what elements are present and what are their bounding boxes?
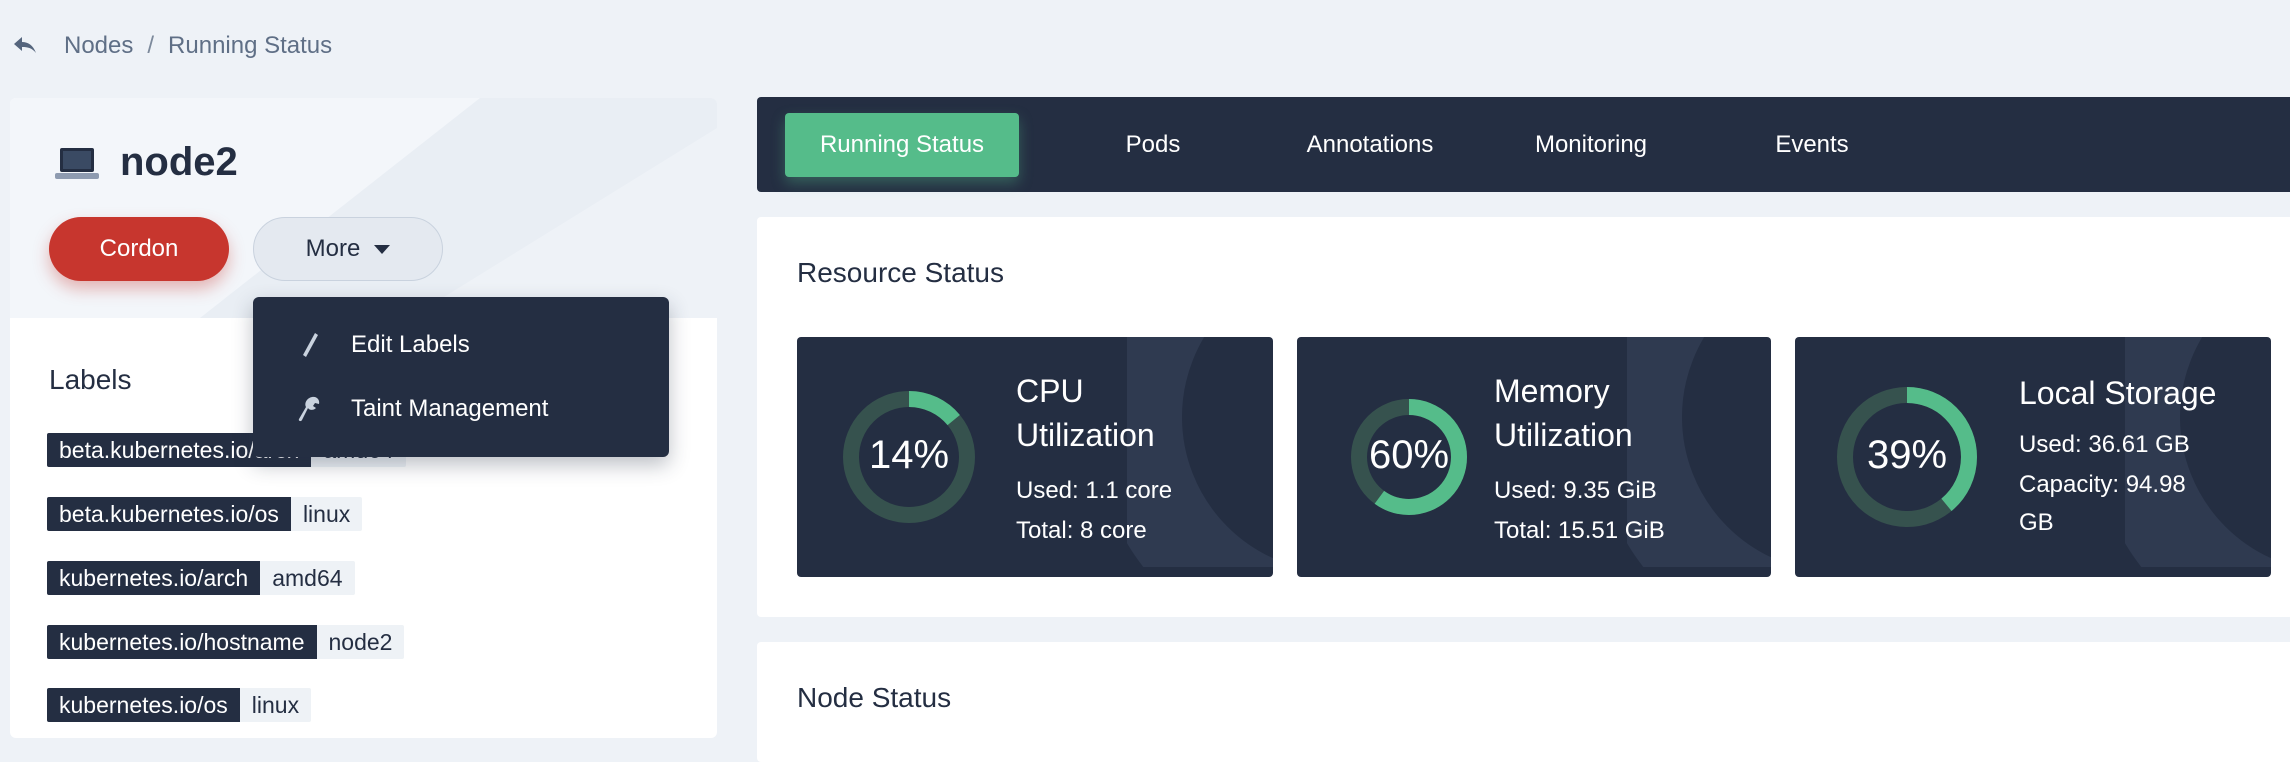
node-status-panel: Node Status	[757, 642, 2290, 762]
storage-capacity: Capacity: 94.98	[2019, 471, 2186, 498]
tab-events[interactable]: Events	[1717, 113, 1907, 177]
memory-title-line2: Utilization	[1494, 417, 1633, 453]
more-button-label: More	[305, 235, 361, 262]
menu-item-label: Edit Labels	[351, 331, 470, 358]
breadcrumb-nodes[interactable]: Nodes	[64, 32, 133, 60]
caret-down-icon	[374, 244, 391, 254]
storage-percent: 39%	[1866, 433, 1948, 477]
cpu-title-line2: Utilization	[1016, 417, 1155, 453]
tab-monitoring[interactable]: Monitoring	[1495, 113, 1687, 177]
memory-percent: 60%	[1368, 433, 1450, 477]
tab-pods[interactable]: Pods	[1073, 113, 1233, 177]
cordon-button[interactable]: Cordon	[49, 217, 229, 281]
cpu-used: Used: 1.1 core	[1016, 477, 1173, 504]
cpu-utilization-card: 14% CPU Utilization Used: 1.1 core Total…	[797, 337, 1273, 577]
breadcrumb: Nodes / Running Status	[10, 30, 332, 62]
storage-capacity-unit: GB	[2019, 509, 2054, 536]
more-dropdown-menu: Edit Labels Taint Management	[253, 297, 669, 457]
cpu-total: Total: 8 core	[1016, 517, 1147, 544]
memory-total: Total: 15.51 GiB	[1494, 517, 1665, 544]
cpu-title-line1: CPU	[1016, 373, 1084, 409]
label-tag: kubernetes.io/hostname node2	[47, 625, 405, 659]
resource-status-panel: Resource Status 14% CPU Utilization Used…	[757, 217, 2290, 617]
node-header: node2 Cordon More	[10, 98, 717, 318]
label-tag: kubernetes.io/os linux	[47, 688, 312, 722]
laptop-icon	[54, 146, 100, 187]
tab-running-status[interactable]: Running Status	[785, 113, 1019, 177]
local-storage-card: 39% Local Storage Used: 36.61 GB Capacit…	[1795, 337, 2271, 577]
label-key: kubernetes.io/os	[47, 688, 240, 722]
menu-item-taint-management[interactable]: Taint Management	[253, 381, 669, 437]
label-value: linux	[290, 497, 363, 531]
back-arrow-icon[interactable]	[10, 31, 40, 61]
label-key: kubernetes.io/arch	[47, 561, 261, 595]
menu-item-edit-labels[interactable]: Edit Labels	[253, 317, 669, 373]
storage-used: Used: 36.61 GB	[2019, 431, 2190, 458]
label-tag: beta.kubernetes.io/os linux	[47, 497, 363, 531]
node-status-title: Node Status	[797, 682, 952, 713]
menu-item-label: Taint Management	[351, 395, 549, 422]
breadcrumb-current: Running Status	[168, 32, 333, 59]
label-value: amd64	[260, 561, 355, 595]
cpu-percent: 14%	[868, 433, 950, 477]
memory-utilization-card: 60% Memory Utilization Used: 9.35 GiB To…	[1297, 337, 1771, 577]
more-button[interactable]: More	[253, 217, 443, 281]
tab-annotations[interactable]: Annotations	[1267, 113, 1473, 177]
memory-used: Used: 9.35 GiB	[1494, 477, 1657, 504]
resource-status-title: Resource Status	[797, 257, 1004, 288]
pencil-icon	[295, 330, 325, 360]
label-value: node2	[316, 625, 405, 659]
label-value: linux	[239, 688, 312, 722]
label-key: beta.kubernetes.io/os	[47, 497, 291, 531]
memory-title-line1: Memory	[1494, 373, 1610, 409]
tab-bar: Running Status Pods Annotations Monitori…	[757, 97, 2290, 192]
header-decoration	[200, 98, 717, 318]
label-tag: kubernetes.io/arch amd64	[47, 561, 355, 595]
breadcrumb-separator: /	[147, 32, 155, 59]
node-name: node2	[120, 140, 238, 184]
wrench-icon	[295, 394, 325, 424]
storage-title: Local Storage	[2019, 375, 2217, 411]
labels-title: Labels	[49, 364, 132, 395]
label-key: kubernetes.io/hostname	[47, 625, 317, 659]
